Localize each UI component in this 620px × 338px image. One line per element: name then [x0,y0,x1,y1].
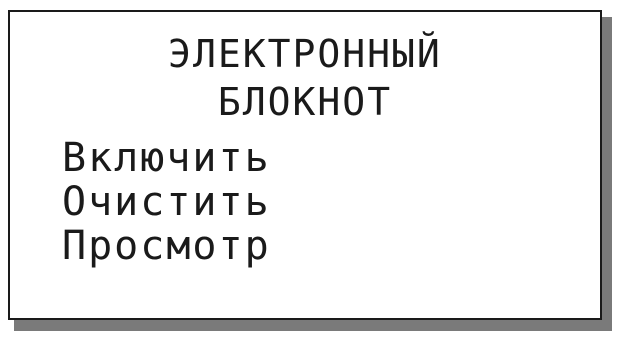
menu-list: Включить Очистить Просмотр [62,136,271,268]
title-line-1: ЭЛЕКТРОННЫЙ [168,32,442,76]
menu-item-enable[interactable]: Включить [62,136,271,180]
title-line-2: БЛОКНОТ [217,80,393,124]
lcd-screen: ЭЛЕКТРОННЫЙ БЛОКНОТ Включить Очистить Пр… [8,10,602,320]
menu-item-view[interactable]: Просмотр [62,224,271,268]
menu-item-clear[interactable]: Очистить [62,180,271,224]
